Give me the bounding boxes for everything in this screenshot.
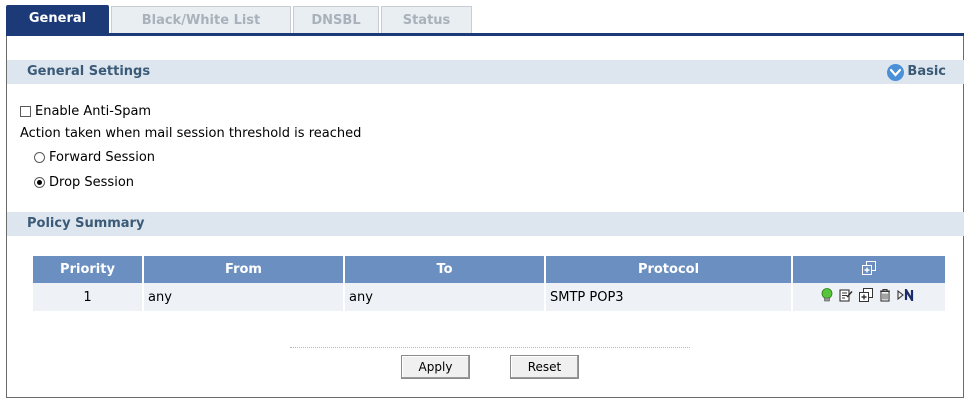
col-protocol: Protocol: [546, 256, 793, 283]
col-from: From: [144, 256, 345, 283]
apply-button[interactable]: Apply: [401, 355, 470, 379]
policy-summary-header: Policy Summary: [7, 212, 964, 236]
tab-bar: General Black/White List DNSBL Status: [6, 4, 964, 36]
col-to: To: [345, 256, 546, 283]
col-priority: Priority: [33, 256, 144, 283]
chevron-down-icon: [887, 63, 905, 81]
row-priority: 1: [33, 283, 144, 311]
action-description: Action taken when mail session threshold…: [20, 126, 361, 141]
drop-session-label: Drop Session: [49, 175, 135, 190]
drop-session-option[interactable]: Drop Session: [34, 175, 134, 190]
enable-antispam-row: Enable Anti-Spam: [20, 104, 151, 119]
move-icon[interactable]: [897, 286, 917, 305]
enable-antispam-label: Enable Anti-Spam: [35, 104, 152, 119]
row-actions: [793, 283, 945, 311]
tab-status[interactable]: Status: [381, 6, 472, 33]
forward-session-option[interactable]: Forward Session: [34, 150, 155, 165]
row-protocol: SMTP POP3: [546, 283, 793, 311]
enable-antispam-checkbox[interactable]: [20, 106, 31, 117]
reset-button[interactable]: Reset: [510, 355, 579, 379]
row-from: any: [144, 283, 345, 311]
lightbulb-icon[interactable]: [821, 287, 833, 307]
button-divider: [290, 347, 690, 348]
add-policy-header-cell: [793, 256, 945, 283]
basic-toggle[interactable]: Basic: [887, 63, 946, 81]
general-settings-header: General Settings Basic: [7, 60, 964, 84]
forward-session-radio[interactable]: [34, 152, 45, 163]
trash-icon[interactable]: [879, 288, 891, 306]
drop-session-radio[interactable]: [34, 177, 45, 188]
action-text: Action taken when mail session threshold…: [20, 126, 362, 141]
tab-dnsbl[interactable]: DNSBL: [293, 6, 379, 33]
policy-summary-title: Policy Summary: [27, 216, 145, 231]
insert-icon[interactable]: [859, 288, 873, 306]
policy-table-header: Priority From To Protocol: [33, 256, 945, 283]
general-settings-title: General Settings: [27, 64, 151, 79]
edit-icon[interactable]: [839, 288, 853, 306]
row-to: any: [345, 283, 546, 311]
table-row: 1 any any SMTP POP3: [33, 283, 945, 311]
add-icon[interactable]: [862, 260, 876, 279]
tab-general[interactable]: General: [6, 5, 109, 34]
policy-table: Priority From To Protocol 1 any any SMTP…: [33, 256, 945, 311]
forward-session-label: Forward Session: [49, 150, 156, 165]
basic-label: Basic: [907, 64, 946, 79]
tab-black-white-list[interactable]: Black/White List: [111, 6, 291, 33]
